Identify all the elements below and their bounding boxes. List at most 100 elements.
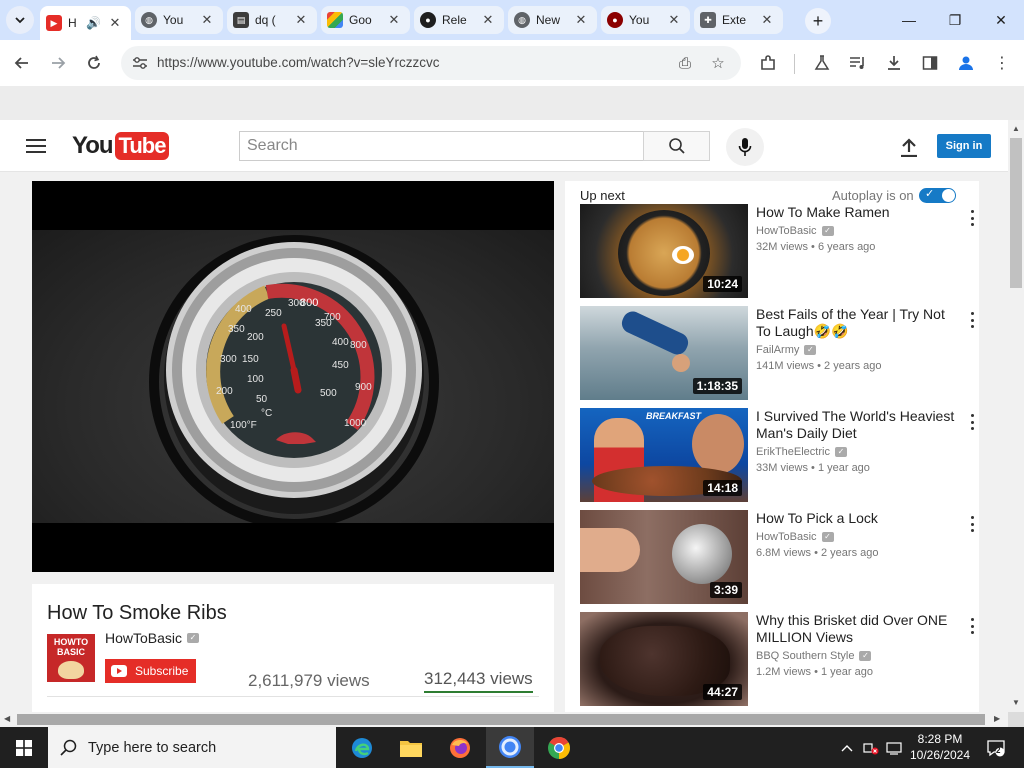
channel-name[interactable]: HowToBasic ✓ [105, 630, 200, 646]
network-disconnected-icon[interactable] [861, 727, 881, 768]
tab-search-button[interactable] [6, 6, 34, 34]
minimize-button[interactable]: — [886, 0, 932, 40]
taskbar-search-box[interactable]: Type here to search [48, 727, 336, 768]
firefox-taskbar-icon[interactable] [436, 727, 484, 768]
close-tab-icon[interactable]: ✕ [107, 15, 123, 31]
channel-name[interactable]: HowToBasic ✓ [756, 531, 834, 543]
restore-button[interactable]: ❐ [932, 0, 978, 40]
edge-taskbar-icon[interactable] [338, 727, 386, 768]
show-hidden-icons-chevron-icon[interactable] [837, 727, 857, 768]
autoplay-toggle[interactable]: ✓ [919, 188, 956, 203]
video-title[interactable]: Why this Brisket did Over ONE MILLION Vi… [756, 612, 961, 646]
video-thumbnail[interactable]: 1:18:35 [580, 306, 748, 400]
upload-button[interactable] [896, 134, 922, 160]
close-tab-icon[interactable]: ✕ [573, 12, 589, 28]
chrome-taskbar-icon[interactable] [535, 727, 583, 768]
new-tab-button[interactable]: + [805, 8, 831, 34]
address-bar[interactable]: https://www.youtube.com/watch?v=sleYrczz… [121, 46, 741, 80]
more-options-icon[interactable] [966, 208, 978, 228]
site-info-icon[interactable] [129, 52, 151, 74]
subscribe-button[interactable]: Subscribe [105, 659, 196, 683]
video-frame-thermometer[interactable]: 250 300 350 400 450 500 200 150 100 50 °C 800 70… [32, 230, 554, 529]
close-tab-icon[interactable]: ✕ [199, 12, 215, 28]
extensions-icon[interactable] [754, 49, 782, 77]
close-window-button[interactable]: ✕ [978, 0, 1024, 40]
tab-extensions[interactable]: ✚ Exte ✕ [694, 6, 783, 34]
close-tab-icon[interactable]: ✕ [293, 12, 309, 28]
video-title[interactable]: Best Fails of the Year | Try Not To Laug… [756, 306, 961, 340]
scroll-up-arrow-icon[interactable]: ▲ [1011, 124, 1021, 133]
recommended-video[interactable]: 3:39 How To Pick a Lock HowToBasic ✓ 6.8M… [580, 510, 975, 604]
tab-youtube-active[interactable]: ▶ H 🔊 ✕ [40, 6, 131, 40]
file-explorer-taskbar-icon[interactable] [387, 727, 435, 768]
recommended-video[interactable]: 1:18:35 Best Fails of the Year | Try Not… [580, 306, 975, 400]
video-thumbnail[interactable]: BREAKFAST 14:18 [580, 408, 748, 502]
channel-name[interactable]: FailArmy ✓ [756, 344, 817, 356]
voice-search-button[interactable] [726, 128, 764, 166]
channel-name[interactable]: ErikTheElectric ✓ [756, 446, 847, 458]
youtube-logo[interactable]: You Tube [72, 132, 170, 160]
scrollbar-thumb[interactable] [1010, 138, 1022, 288]
profile-icon[interactable] [952, 49, 980, 77]
channel-name[interactable]: BBQ Southern Style ✓ [756, 650, 872, 662]
side-panel-icon[interactable] [916, 49, 944, 77]
scrollbar-thumb[interactable] [17, 714, 985, 725]
more-options-icon[interactable] [966, 412, 978, 432]
video-thumbnail[interactable]: 44:27 [580, 612, 748, 706]
youtube-favicon: ▶ [46, 15, 62, 31]
lab-flask-icon[interactable] [808, 49, 836, 77]
channel-avatar[interactable]: HOWTO BASIC [47, 634, 95, 682]
keyboard-layout-icon[interactable] [884, 727, 904, 768]
more-options-icon[interactable] [966, 616, 978, 636]
tab-new[interactable]: ◍ New ✕ [508, 6, 597, 34]
tab-dq[interactable]: ▤ dq ( ✕ [227, 6, 317, 34]
video-title[interactable]: I Survived The World's Heaviest Man's Da… [756, 408, 961, 442]
search-button[interactable] [643, 131, 710, 161]
install-app-icon[interactable]: ⎙ [674, 52, 696, 74]
close-tab-icon[interactable]: ✕ [480, 12, 496, 28]
tab-github-releases[interactable]: ● Rele ✕ [414, 6, 504, 34]
recommended-video[interactable]: 44:27 Why this Brisket did Over ONE MILL… [580, 612, 975, 706]
url-text[interactable]: https://www.youtube.com/watch?v=sleYrczz… [157, 55, 440, 70]
video-title[interactable]: How To Pick a Lock [756, 510, 961, 527]
close-tab-icon[interactable]: ✕ [759, 12, 775, 28]
channel-name-text: HowToBasic [105, 630, 183, 646]
horizontal-scrollbar[interactable]: ◀ ▶ [0, 712, 1008, 727]
menu-kebab-icon[interactable]: ⋮ [988, 49, 1016, 77]
chrome-taskbar-icon-active[interactable] [486, 727, 534, 768]
bookmark-star-icon[interactable]: ☆ [707, 52, 729, 74]
scroll-left-arrow-icon[interactable]: ◀ [4, 714, 10, 723]
close-tab-icon[interactable]: ✕ [386, 12, 402, 28]
up-next-label: Up next [580, 188, 625, 203]
speaker-icon[interactable]: 🔊 [86, 16, 101, 30]
channel-name[interactable]: HowToBasic ✓ [756, 225, 834, 237]
tab-google[interactable]: Goo ✕ [321, 6, 410, 34]
download-icon[interactable] [880, 49, 908, 77]
tab-youtube-3[interactable]: ● You ✕ [601, 6, 690, 34]
scroll-right-arrow-icon[interactable]: ▶ [994, 714, 1000, 723]
search-input[interactable]: Search [239, 131, 644, 161]
guide-menu-icon[interactable] [26, 139, 46, 157]
close-tab-icon[interactable]: ✕ [666, 12, 682, 28]
video-meta: 1.2M views • 1 year ago [756, 666, 873, 678]
system-clock[interactable]: 8:28 PM 10/26/2024 [905, 731, 975, 763]
tab-youtube-2[interactable]: ◍ You ✕ [135, 6, 223, 34]
video-thumbnail[interactable]: 3:39 [580, 510, 748, 604]
sign-in-button[interactable]: Sign in [937, 134, 991, 158]
scroll-down-arrow-icon[interactable]: ▼ [1011, 698, 1021, 707]
reload-button[interactable] [80, 49, 108, 77]
back-button[interactable] [8, 49, 36, 77]
video-player[interactable]: 250 300 350 400 450 500 200 150 100 50 °C 800 70… [32, 181, 554, 572]
recommended-video[interactable]: BREAKFAST 14:18 I Survived The World's H… [580, 408, 975, 502]
channel-name-text: HowToBasic [756, 225, 817, 237]
more-options-icon[interactable] [966, 514, 978, 534]
video-title[interactable]: How To Make Ramen [756, 204, 961, 221]
recommended-video[interactable]: 10:24 How To Make Ramen HowToBasic ✓ 32M … [580, 204, 975, 298]
forward-button[interactable] [44, 49, 72, 77]
more-options-icon[interactable] [966, 310, 978, 330]
video-thumbnail[interactable]: 10:24 [580, 204, 748, 298]
notification-center-icon[interactable]: 2 [978, 727, 1014, 768]
start-button[interactable] [0, 727, 48, 768]
media-playlist-icon[interactable] [844, 49, 872, 77]
vertical-scrollbar[interactable]: ▲ ▼ [1008, 120, 1024, 712]
